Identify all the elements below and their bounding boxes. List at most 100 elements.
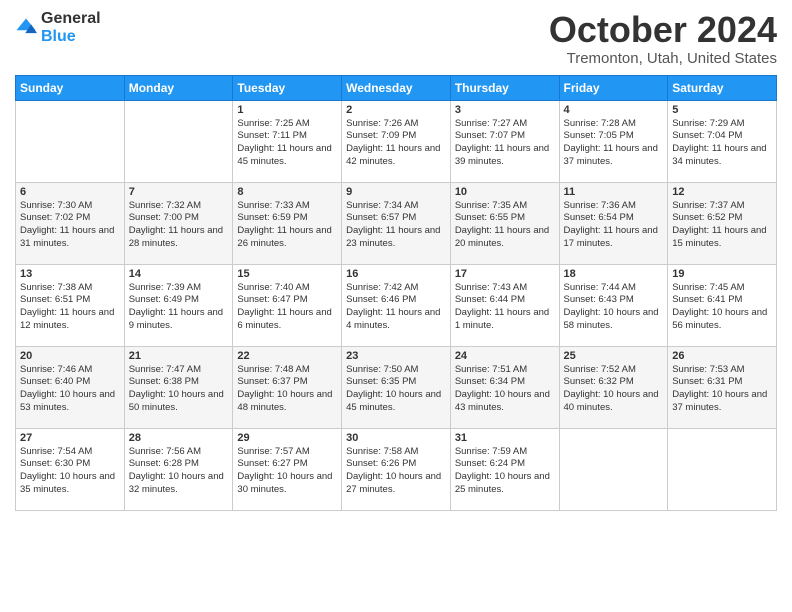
header: General Blue October 2024 Tremonton, Uta…: [15, 10, 777, 67]
day-number: 13: [20, 268, 120, 280]
calendar-cell: 28 Sunrise: 7:56 AM Sunset: 6:28 PM Dayli…: [124, 428, 233, 510]
day-number: 23: [346, 350, 446, 362]
calendar-cell: 5Sunrise: 7:29 AM Sunset: 7:04 PM Daylig…: [668, 100, 777, 182]
calendar-cell: 16 Sunrise: 7:42 AM Sunset: 6:46 PM Dayli…: [342, 264, 451, 346]
logo: General Blue: [15, 10, 101, 46]
calendar-cell: 11 Sunrise: 7:36 AM Sunset: 6:54 PM Dayli…: [559, 182, 668, 264]
calendar-cell: 24 Sunrise: 7:51 AM Sunset: 6:34 PM Dayli…: [450, 346, 559, 428]
logo-icon: [15, 17, 37, 39]
day-info: Sunrise: 7:58 AM Sunset: 6:26 PM Dayligh…: [346, 446, 446, 497]
day-number: 27: [20, 432, 120, 444]
day-number: 24: [455, 350, 555, 362]
day-info: Sunrise: 7:30 AM Sunset: 7:02 PM Dayligh…: [20, 200, 120, 251]
calendar-table: Sunday Monday Tuesday Wednesday Thursday…: [15, 75, 777, 511]
calendar-cell: 9 Sunrise: 7:34 AM Sunset: 6:57 PM Daylig…: [342, 182, 451, 264]
calendar-cell: 31 Sunrise: 7:59 AM Sunset: 6:24 PM Dayli…: [450, 428, 559, 510]
col-tuesday: Tuesday: [233, 75, 342, 100]
calendar-cell: [668, 428, 777, 510]
day-number: 18: [564, 268, 664, 280]
calendar-cell: 21 Sunrise: 7:47 AM Sunset: 6:38 PM Dayli…: [124, 346, 233, 428]
calendar-cell: 20 Sunrise: 7:46 AM Sunset: 6:40 PM Dayli…: [16, 346, 125, 428]
col-saturday: Saturday: [668, 75, 777, 100]
day-number: 11: [564, 186, 664, 198]
calendar-cell: 7 Sunrise: 7:32 AM Sunset: 7:00 PM Daylig…: [124, 182, 233, 264]
day-number: 20: [20, 350, 120, 362]
calendar-page: General Blue October 2024 Tremonton, Uta…: [0, 0, 792, 612]
calendar-week-3: 20 Sunrise: 7:46 AM Sunset: 6:40 PM Dayli…: [16, 346, 777, 428]
day-number: 21: [129, 350, 229, 362]
col-sunday: Sunday: [16, 75, 125, 100]
day-info: Sunrise: 7:50 AM Sunset: 6:35 PM Dayligh…: [346, 364, 446, 415]
day-number: 6: [20, 186, 120, 198]
day-number: 26: [672, 350, 772, 362]
col-wednesday: Wednesday: [342, 75, 451, 100]
calendar-week-2: 13 Sunrise: 7:38 AM Sunset: 6:51 PM Dayli…: [16, 264, 777, 346]
day-info: Sunrise: 7:35 AM Sunset: 6:55 PM Dayligh…: [455, 200, 555, 251]
day-number: 1: [237, 104, 337, 116]
day-info: Sunrise: 7:56 AM Sunset: 6:28 PM Dayligh…: [129, 446, 229, 497]
calendar-cell: 6 Sunrise: 7:30 AM Sunset: 7:02 PM Daylig…: [16, 182, 125, 264]
day-info: Sunrise: 7:33 AM Sunset: 6:59 PM Dayligh…: [237, 200, 337, 251]
calendar-cell: 25 Sunrise: 7:52 AM Sunset: 6:32 PM Dayli…: [559, 346, 668, 428]
day-number: 29: [237, 432, 337, 444]
logo-text: General Blue: [41, 10, 101, 46]
day-info: Sunrise: 7:28 AM Sunset: 7:05 PM Dayligh…: [564, 118, 664, 169]
calendar-week-0: 1 Sunrise: 7:25 AM Sunset: 7:11 PM Daylig…: [16, 100, 777, 182]
calendar-cell: 14Sunrise: 7:39 AM Sunset: 6:49 PM Dayli…: [124, 264, 233, 346]
calendar-cell: 13 Sunrise: 7:38 AM Sunset: 6:51 PM Dayli…: [16, 264, 125, 346]
day-number: 9: [346, 186, 446, 198]
day-number: 25: [564, 350, 664, 362]
day-number: 10: [455, 186, 555, 198]
day-info: Sunrise: 7:42 AM Sunset: 6:46 PM Dayligh…: [346, 282, 446, 333]
day-info: Sunrise: 7:32 AM Sunset: 7:00 PM Dayligh…: [129, 200, 229, 251]
day-number: 3: [455, 104, 555, 116]
day-info: Sunrise: 7:52 AM Sunset: 6:32 PM Dayligh…: [564, 364, 664, 415]
calendar-cell: 27 Sunrise: 7:54 AM Sunset: 6:30 PM Dayli…: [16, 428, 125, 510]
day-number: 17: [455, 268, 555, 280]
calendar-cell: 8 Sunrise: 7:33 AM Sunset: 6:59 PM Daylig…: [233, 182, 342, 264]
day-info: Sunrise: 7:51 AM Sunset: 6:34 PM Dayligh…: [455, 364, 555, 415]
day-info: Sunrise: 7:46 AM Sunset: 6:40 PM Dayligh…: [20, 364, 120, 415]
day-info: Sunrise: 7:26 AM Sunset: 7:09 PM Dayligh…: [346, 118, 446, 169]
day-number: 7: [129, 186, 229, 198]
day-info: Sunrise: 7:54 AM Sunset: 6:30 PM Dayligh…: [20, 446, 120, 497]
day-number: 31: [455, 432, 555, 444]
location-title: Tremonton, Utah, United States: [549, 50, 777, 67]
day-info: Sunrise: 7:43 AM Sunset: 6:44 PM Dayligh…: [455, 282, 555, 333]
calendar-cell: [16, 100, 125, 182]
calendar-cell: [559, 428, 668, 510]
calendar-cell: 30Sunrise: 7:58 AM Sunset: 6:26 PM Dayli…: [342, 428, 451, 510]
calendar-week-1: 6 Sunrise: 7:30 AM Sunset: 7:02 PM Daylig…: [16, 182, 777, 264]
day-number: 22: [237, 350, 337, 362]
calendar-cell: 4Sunrise: 7:28 AM Sunset: 7:05 PM Daylig…: [559, 100, 668, 182]
day-info: Sunrise: 7:34 AM Sunset: 6:57 PM Dayligh…: [346, 200, 446, 251]
calendar-cell: 22 Sunrise: 7:48 AM Sunset: 6:37 PM Dayli…: [233, 346, 342, 428]
col-monday: Monday: [124, 75, 233, 100]
calendar-cell: 1 Sunrise: 7:25 AM Sunset: 7:11 PM Daylig…: [233, 100, 342, 182]
day-number: 8: [237, 186, 337, 198]
day-info: Sunrise: 7:47 AM Sunset: 6:38 PM Dayligh…: [129, 364, 229, 415]
calendar-cell: 26 Sunrise: 7:53 AM Sunset: 6:31 PM Dayli…: [668, 346, 777, 428]
day-number: 19: [672, 268, 772, 280]
calendar-cell: [124, 100, 233, 182]
calendar-cell: 3Sunrise: 7:27 AM Sunset: 7:07 PM Daylig…: [450, 100, 559, 182]
day-number: 15: [237, 268, 337, 280]
day-number: 16: [346, 268, 446, 280]
col-thursday: Thursday: [450, 75, 559, 100]
day-info: Sunrise: 7:59 AM Sunset: 6:24 PM Dayligh…: [455, 446, 555, 497]
day-info: Sunrise: 7:53 AM Sunset: 6:31 PM Dayligh…: [672, 364, 772, 415]
day-number: 28: [129, 432, 229, 444]
day-info: Sunrise: 7:44 AM Sunset: 6:43 PM Dayligh…: [564, 282, 664, 333]
day-info: Sunrise: 7:25 AM Sunset: 7:11 PM Dayligh…: [237, 118, 337, 169]
day-info: Sunrise: 7:37 AM Sunset: 6:52 PM Dayligh…: [672, 200, 772, 251]
day-info: Sunrise: 7:38 AM Sunset: 6:51 PM Dayligh…: [20, 282, 120, 333]
logo-blue: Blue: [41, 28, 76, 45]
calendar-cell: 10 Sunrise: 7:35 AM Sunset: 6:55 PM Dayli…: [450, 182, 559, 264]
day-info: Sunrise: 7:48 AM Sunset: 6:37 PM Dayligh…: [237, 364, 337, 415]
day-info: Sunrise: 7:57 AM Sunset: 6:27 PM Dayligh…: [237, 446, 337, 497]
logo-general: General: [41, 10, 101, 27]
day-info: Sunrise: 7:40 AM Sunset: 6:47 PM Dayligh…: [237, 282, 337, 333]
day-number: 2: [346, 104, 446, 116]
day-info: Sunrise: 7:36 AM Sunset: 6:54 PM Dayligh…: [564, 200, 664, 251]
calendar-cell: 2 Sunrise: 7:26 AM Sunset: 7:09 PM Daylig…: [342, 100, 451, 182]
